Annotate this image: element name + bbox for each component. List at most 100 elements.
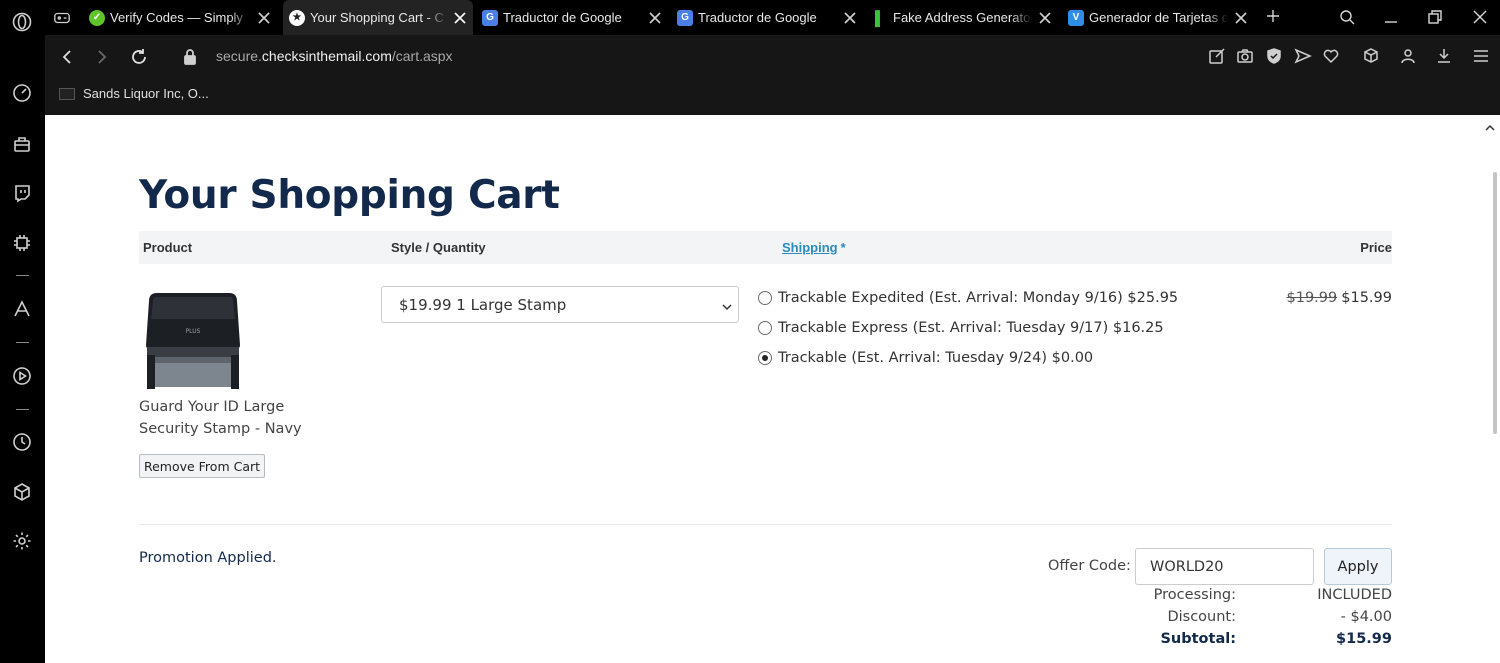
tab-shopping-cart[interactable]: ★ Your Shopping Cart - C bbox=[283, 0, 473, 35]
shipping-option-expedited[interactable]: Trackable Expedited (Est. Arrival: Monda… bbox=[758, 290, 1178, 306]
easy-setup-menu-icon[interactable] bbox=[1472, 47, 1492, 67]
page-content: Your Shopping Cart Product Style / Quant… bbox=[45, 115, 1500, 663]
cube-icon[interactable] bbox=[11, 481, 33, 503]
tab-title: Generador de Tarjetas d bbox=[1089, 10, 1228, 25]
google-translate-icon: G bbox=[482, 9, 498, 26]
profile-icon[interactable] bbox=[1399, 47, 1419, 67]
tab-title: Traductor de Google bbox=[698, 10, 817, 25]
page-title: Your Shopping Cart bbox=[139, 173, 560, 218]
item-price: $19.99 $15.99 bbox=[1287, 290, 1393, 306]
back-arrow-icon[interactable] bbox=[57, 47, 77, 67]
speed-dial-icon[interactable] bbox=[11, 82, 33, 104]
download-icon[interactable] bbox=[1435, 47, 1455, 67]
new-tab-plus-icon[interactable] bbox=[1265, 8, 1281, 24]
shipping-info-link[interactable]: Shipping bbox=[782, 240, 838, 255]
offer-code-input[interactable] bbox=[1135, 548, 1314, 585]
tab-generador-tarjetas[interactable]: V Generador de Tarjetas d bbox=[1068, 0, 1248, 35]
aria-ai-icon[interactable] bbox=[11, 298, 33, 320]
summary-value: - $4.00 bbox=[1340, 609, 1392, 625]
tab-title: Traductor de Google bbox=[503, 10, 622, 25]
shipping-radio-selected[interactable] bbox=[758, 351, 772, 365]
summary-label: Subtotal: bbox=[1160, 631, 1236, 647]
apply-offer-button[interactable]: Apply bbox=[1324, 548, 1392, 585]
lock-icon[interactable] bbox=[180, 47, 200, 67]
bag-icon[interactable] bbox=[11, 133, 33, 155]
shipping-option-express[interactable]: Trackable Express (Est. Arrival: Tuesday… bbox=[758, 320, 1164, 336]
reload-icon[interactable] bbox=[129, 47, 149, 67]
minimize-icon[interactable] bbox=[1383, 9, 1399, 25]
cart-table-header: Product Style / Quantity Shipping * Price bbox=[139, 231, 1392, 264]
scroll-up-arrow-icon[interactable] bbox=[1485, 118, 1495, 131]
workspaces-icon[interactable] bbox=[53, 0, 75, 35]
shipping-option-label: Trackable Expedited (Est. Arrival: Monda… bbox=[778, 290, 1179, 306]
column-header-product: Product bbox=[143, 240, 193, 255]
tab-title: Verify Codes — Simply bbox=[110, 10, 243, 25]
column-header-shipping: Shipping * bbox=[782, 240, 846, 255]
check-circle-icon: ✓ bbox=[89, 9, 105, 26]
style-quantity-select[interactable]: $19.99 1 Large Stamp bbox=[381, 286, 739, 323]
edit-share-icon[interactable] bbox=[1208, 47, 1228, 67]
section-divider bbox=[139, 524, 1392, 525]
tab-fake-address[interactable]: ▌ Fake Address Generator bbox=[872, 0, 1052, 35]
scrollbar-thumb[interactable] bbox=[1493, 172, 1497, 434]
heart-icon[interactable] bbox=[1322, 47, 1342, 67]
url-prefix: secure. bbox=[216, 48, 262, 64]
sidebar-divider bbox=[16, 342, 29, 343]
shipping-radio[interactable] bbox=[758, 291, 772, 305]
summary-label: Discount: bbox=[1167, 609, 1236, 625]
extensions-cube-icon[interactable] bbox=[1362, 47, 1382, 67]
close-icon[interactable] bbox=[1038, 11, 1052, 25]
tab-verify-codes[interactable]: ✓ Verify Codes — Simply bbox=[89, 0, 271, 35]
promotion-status: Promotion Applied. bbox=[139, 550, 277, 566]
original-price: $19.99 bbox=[1286, 290, 1338, 306]
settings-gear-icon[interactable] bbox=[11, 530, 33, 552]
summary-value: INCLUDED bbox=[1317, 587, 1392, 603]
tab-title: Fake Address Generator bbox=[893, 10, 1032, 25]
close-icon[interactable] bbox=[1234, 11, 1248, 25]
shipping-option-label: Trackable (Est. Arrival: Tuesday 9/24) $… bbox=[778, 350, 1094, 366]
bookmarks-bar: Sands Liquor Inc, O... bbox=[45, 80, 1500, 115]
tab-search-icon[interactable] bbox=[1339, 9, 1355, 25]
close-icon[interactable] bbox=[648, 11, 662, 25]
address-bar: secure.checksinthemail.com/cart.aspx bbox=[45, 35, 1500, 80]
browser-sidebar bbox=[0, 0, 45, 663]
svg-text:PLUS: PLUS bbox=[186, 328, 201, 335]
product-name[interactable]: Guard Your ID Large Security Stamp - Nav… bbox=[139, 396, 319, 440]
chip-icon[interactable] bbox=[11, 232, 33, 254]
close-icon[interactable] bbox=[843, 11, 857, 25]
remove-from-cart-button[interactable]: Remove From Cart bbox=[139, 454, 265, 478]
send-icon[interactable] bbox=[1294, 47, 1314, 67]
shipping-option-label: Trackable Express (Est. Arrival: Tuesday… bbox=[778, 320, 1164, 336]
sale-price: $15.99 bbox=[1341, 290, 1392, 306]
url-path: /cart.aspx bbox=[391, 48, 453, 64]
tab-google-translate-1[interactable]: G Traductor de Google bbox=[482, 0, 662, 35]
player-icon[interactable] bbox=[11, 365, 33, 387]
v-icon: V bbox=[1068, 9, 1084, 26]
shield-icon[interactable] bbox=[1265, 47, 1285, 67]
window-close-icon[interactable] bbox=[1472, 9, 1488, 25]
column-header-price: Price bbox=[1360, 240, 1392, 255]
summary-label: Processing: bbox=[1153, 587, 1236, 603]
restore-icon[interactable] bbox=[1427, 9, 1443, 25]
forward-arrow-icon[interactable] bbox=[92, 47, 112, 67]
sidebar-divider bbox=[16, 275, 29, 276]
twitch-icon[interactable] bbox=[11, 182, 33, 204]
opera-logo-icon[interactable] bbox=[11, 11, 33, 33]
browser-window: ✓ Verify Codes — Simply ★ Your Shopping … bbox=[0, 0, 1500, 663]
tab-google-translate-2[interactable]: G Traductor de Google bbox=[677, 0, 857, 35]
close-icon[interactable] bbox=[453, 11, 467, 25]
chevron-down-icon bbox=[721, 299, 733, 311]
green-bars-icon: ▌ bbox=[875, 9, 885, 26]
url-domain: checksinthemail.com bbox=[261, 48, 392, 64]
camera-icon[interactable] bbox=[1236, 47, 1256, 67]
sidebar-divider bbox=[16, 409, 29, 410]
shipping-radio[interactable] bbox=[758, 321, 772, 335]
shipping-option-trackable[interactable]: Trackable (Est. Arrival: Tuesday 9/24) $… bbox=[758, 350, 1093, 366]
shipping-asterisk: * bbox=[840, 240, 846, 255]
url-field[interactable]: secure.checksinthemail.com/cart.aspx bbox=[216, 48, 453, 64]
column-header-style-quantity: Style / Quantity bbox=[391, 240, 486, 255]
close-icon[interactable] bbox=[257, 11, 271, 25]
history-clock-icon[interactable] bbox=[11, 431, 33, 453]
product-image[interactable]: PLUS bbox=[141, 289, 245, 393]
bookmark-item[interactable]: Sands Liquor Inc, O... bbox=[59, 86, 209, 101]
